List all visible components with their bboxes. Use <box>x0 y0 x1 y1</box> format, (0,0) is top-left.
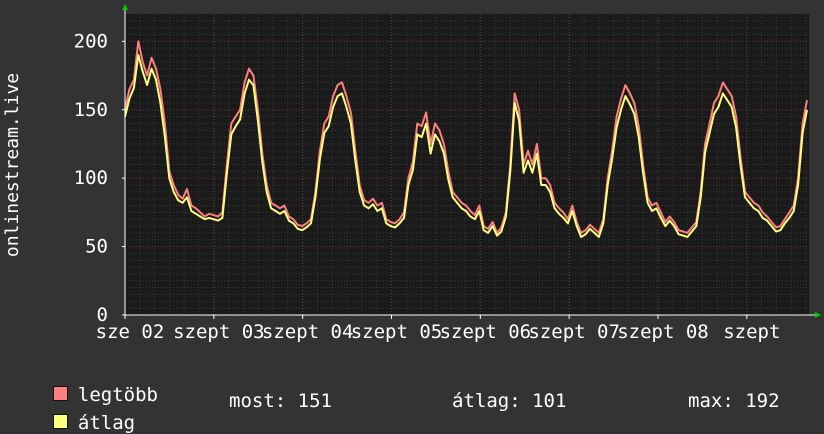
x-tick-label: szept 06 <box>440 321 532 343</box>
x-tick-label: szept <box>723 321 780 343</box>
y-tick-label: 200 <box>74 30 108 52</box>
y-tick-label: 100 <box>74 167 108 189</box>
y-tick-label: 50 <box>85 236 108 258</box>
x-tick-label: szept 08 <box>617 321 709 343</box>
x-tick-labels: sze 02 szept 03szept 04szept 05szept 06sz… <box>96 321 781 343</box>
y-axis-arrow <box>122 4 128 10</box>
stat-now: most: 151 <box>229 390 332 412</box>
y-axis-label: onlinestream.live <box>2 73 23 257</box>
y-tick-label: 150 <box>74 99 108 121</box>
x-tick-label: szept 04 <box>262 321 354 343</box>
traffic-chart: 050100150200 sze 02 szept 03szept 04szept… <box>2 4 821 343</box>
legend-avg-label: átlag <box>77 412 136 434</box>
stat-avg: átlag: 101 <box>452 390 567 412</box>
x-tick-label: szept 05 <box>351 321 443 343</box>
x-tick-label: szept 07 <box>528 321 620 343</box>
x-axis-arrow <box>815 312 821 318</box>
x-tick-label: sze 02 <box>96 321 165 343</box>
stat-max: max: 192 <box>688 390 780 412</box>
x-tick-label: szept 03 <box>173 321 265 343</box>
legend-avg-swatch <box>52 414 68 429</box>
y-tick-labels: 050100150200 <box>74 30 108 326</box>
legend-avg: átlag <box>30 390 135 434</box>
